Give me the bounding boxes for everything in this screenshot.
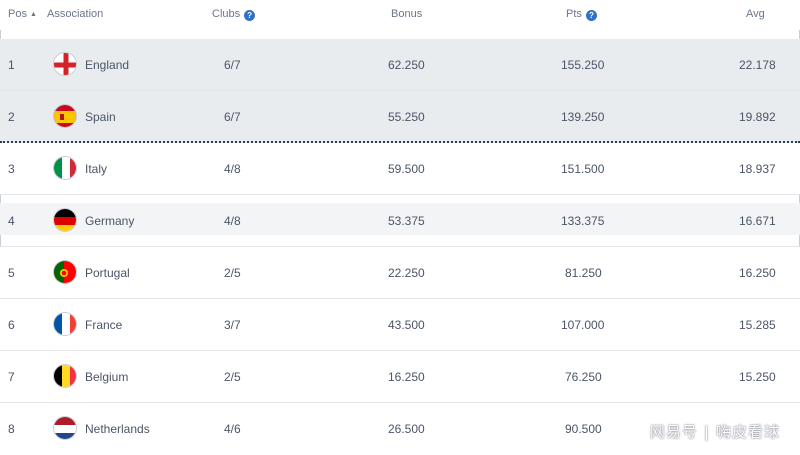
- row-association[interactable]: Belgium: [85, 370, 128, 384]
- row-association[interactable]: Portugal: [85, 266, 130, 280]
- france-flag-icon: [53, 312, 77, 336]
- watermark-source: 网易号: [649, 423, 698, 441]
- row-pts: 155.250: [561, 58, 605, 72]
- row-pos: 6: [8, 318, 15, 332]
- row-clubs: 3/7: [224, 318, 241, 332]
- row-bonus: 26.500: [388, 422, 425, 436]
- row-avg: 15.285: [739, 318, 776, 332]
- row-avg: 15.250: [739, 370, 776, 384]
- row-clubs: 2/5: [224, 370, 241, 384]
- table-row[interactable]: 6 France 3/7 43.500 107.000 15.285: [0, 299, 800, 351]
- row-avg: 22.178: [739, 58, 776, 72]
- clubs-help-icon[interactable]: ?: [244, 10, 256, 21]
- header-association[interactable]: Association: [47, 8, 103, 20]
- header-clubs[interactable]: Clubs?: [212, 8, 256, 21]
- row-avg: 19.892: [739, 110, 776, 124]
- row-pts: 107.000: [561, 318, 605, 332]
- row-pos: 3: [8, 162, 15, 176]
- row-pos: 1: [8, 58, 15, 72]
- watermark-author: 嗨皮看球: [715, 423, 780, 441]
- table-header: Pos ▲ Association Clubs? Bonus Pts? Avg: [0, 0, 800, 30]
- pts-help-icon[interactable]: ?: [585, 10, 597, 21]
- row-association[interactable]: Germany: [85, 214, 134, 228]
- row-clubs: 2/5: [224, 266, 241, 280]
- row-clubs: 6/7: [224, 58, 241, 72]
- watermark-separator: |: [703, 423, 710, 441]
- belgium-flag-icon: [53, 364, 77, 388]
- row-pts: 90.500: [565, 422, 602, 436]
- watermark: 网易号 | 嗨皮看球: [650, 421, 780, 442]
- row-association[interactable]: France: [85, 318, 122, 332]
- row-bonus: 43.500: [388, 318, 425, 332]
- table-row[interactable]: 5 Portugal 2/5 22.250 81.250 16.250: [0, 247, 800, 299]
- row-pos: 8: [8, 422, 15, 436]
- row-bonus: 59.500: [388, 162, 425, 176]
- row-clubs: 4/6: [224, 422, 241, 436]
- portugal-flag-icon: [53, 260, 77, 284]
- row-pos: 5: [8, 266, 15, 280]
- row-pts: 76.250: [565, 370, 602, 384]
- italy-flag-icon: [53, 156, 77, 180]
- row-association[interactable]: Italy: [85, 162, 107, 176]
- england-flag-icon: [53, 52, 77, 76]
- row-pts: 81.250: [565, 266, 602, 280]
- row-pos: 4: [8, 214, 15, 228]
- row-clubs: 6/7: [224, 110, 241, 124]
- table-row[interactable]: 7 Belgium 2/5 16.250 76.250 15.250: [0, 351, 800, 403]
- row-pts: 151.500: [561, 162, 605, 176]
- row-avg: 16.250: [739, 266, 776, 280]
- netherlands-flag-icon: [53, 416, 77, 440]
- row-avg: 18.937: [739, 162, 776, 176]
- row-clubs: 4/8: [224, 162, 241, 176]
- table-row[interactable]: 3 Italy 4/8 59.500 151.500 18.937: [0, 143, 800, 195]
- row-clubs: 4/8: [224, 214, 241, 228]
- row-association[interactable]: Spain: [85, 110, 116, 124]
- row-association[interactable]: Netherlands: [85, 422, 150, 436]
- sort-ascending-icon: ▲: [29, 11, 37, 18]
- header-bonus[interactable]: Bonus: [391, 8, 422, 20]
- table-row[interactable]: 1 England 6/7 62.250 155.250 22.178: [0, 39, 800, 91]
- header-avg[interactable]: Avg: [746, 8, 765, 20]
- row-pos: 7: [8, 370, 15, 384]
- row-bonus: 53.375: [388, 214, 425, 228]
- header-pts[interactable]: Pts?: [566, 8, 597, 21]
- row-avg: 16.671: [739, 214, 776, 228]
- row-bonus: 62.250: [388, 58, 425, 72]
- row-bonus: 16.250: [388, 370, 425, 384]
- row-association[interactable]: England: [85, 58, 129, 72]
- row-bonus: 55.250: [388, 110, 425, 124]
- row-pts: 133.375: [561, 214, 605, 228]
- spain-flag-icon: [53, 104, 77, 128]
- table-row[interactable]: 4 Germany 4/8 53.375 133.375 16.671: [0, 195, 800, 247]
- table-row[interactable]: 2 Spain 6/7 55.250 139.250 19.892: [0, 91, 800, 143]
- row-pos: 2: [8, 110, 15, 124]
- germany-flag-icon: [53, 208, 77, 232]
- row-bonus: 22.250: [388, 266, 425, 280]
- header-pos[interactable]: Pos ▲: [8, 8, 37, 20]
- row-pts: 139.250: [561, 110, 605, 124]
